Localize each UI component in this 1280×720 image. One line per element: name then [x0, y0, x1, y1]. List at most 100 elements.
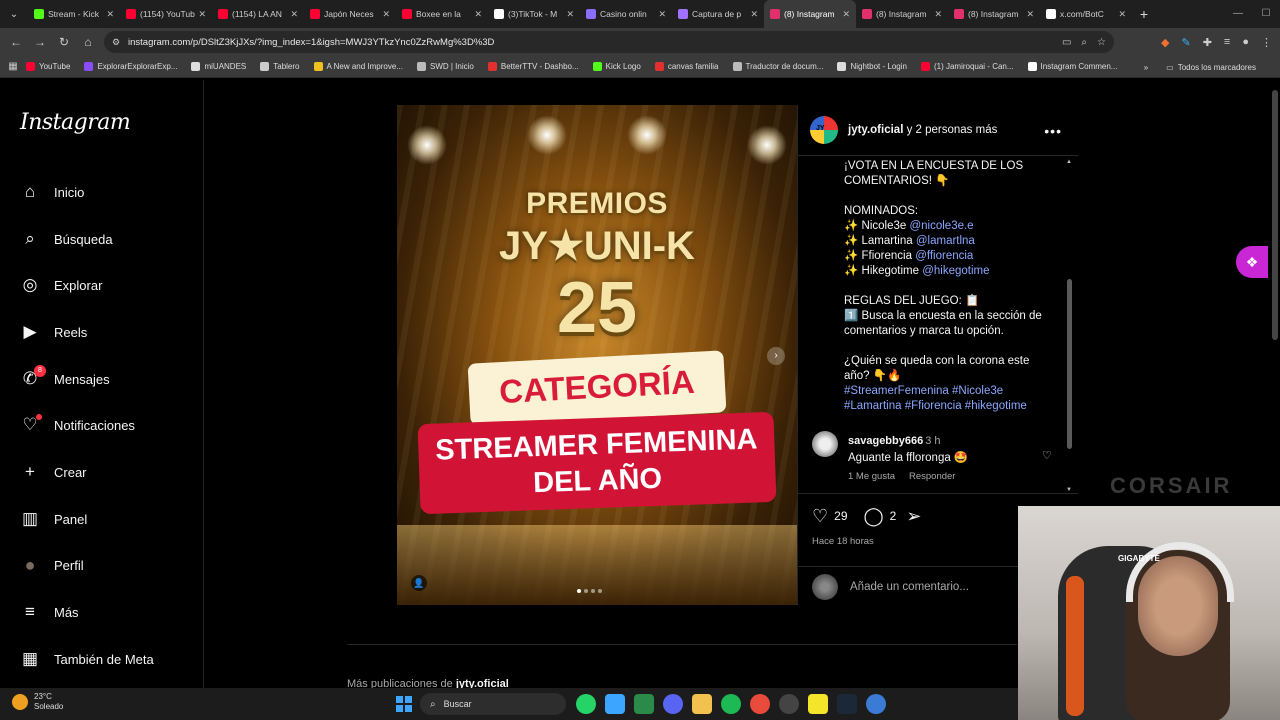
tab-close-icon[interactable]: ✕	[934, 9, 942, 20]
obs-icon[interactable]	[779, 694, 799, 714]
instagram-logo[interactable]: Instagram	[20, 110, 131, 135]
home-button-icon[interactable]: ⌂	[76, 35, 100, 49]
author-name[interactable]: jyty.oficial y 2 personas más	[848, 124, 997, 136]
extension-translate-icon[interactable]: ✎	[1181, 36, 1190, 49]
author-username[interactable]: jyty.oficial	[848, 124, 903, 136]
maximize-icon[interactable]: ☐	[1252, 0, 1280, 28]
likes-count[interactable]: 29	[834, 509, 847, 523]
comments-scrollbar[interactable]: ▲ ▼	[1066, 159, 1074, 493]
comment-likes[interactable]: 1 Me gusta	[848, 471, 895, 482]
notepad-icon[interactable]	[605, 694, 625, 714]
nominee-handle[interactable]: @hikegotime	[922, 265, 989, 277]
bookmarks-overflow-icon[interactable]: »	[1144, 63, 1148, 72]
taskbar-search[interactable]: ⌕ Buscar	[420, 693, 566, 715]
nav-item-reels[interactable]: ▶ Reels	[20, 318, 190, 346]
windows-start-icon[interactable]	[396, 696, 412, 712]
steam-icon[interactable]	[837, 694, 857, 714]
bookmark-item[interactable]: BetterTTV - Dashbo...	[487, 62, 579, 71]
more-posts-user[interactable]: jyty.oficial	[456, 678, 509, 688]
extension-fox-icon[interactable]: ◆	[1161, 36, 1169, 49]
sticky-notes-icon[interactable]	[808, 694, 828, 714]
coauthors-text[interactable]: y 2 personas más	[903, 124, 998, 136]
tab-close-icon[interactable]: ✕	[1118, 9, 1126, 20]
excel-icon[interactable]	[634, 694, 654, 714]
next-image-chevron-icon[interactable]: ›	[767, 347, 785, 365]
profile-avatar-icon[interactable]: ●	[1242, 36, 1249, 48]
bookmark-item[interactable]: A New and Improve...	[313, 62, 403, 71]
all-bookmarks-folder[interactable]: ▭ Todos los marcadores	[1166, 63, 1256, 72]
bookmark-item[interactable]: ExplorarExplorarExp...	[84, 62, 177, 71]
nav-item-mensajes[interactable]: ✆ 8 Mensajes	[20, 365, 190, 393]
post-image[interactable]: PREMIOS JY★UNI-K 25 CATEGORÍA STREAMER F…	[397, 105, 797, 605]
browser-tab[interactable]: Boxee en la ✕	[396, 0, 488, 28]
nav-item-inicio[interactable]: ⌂ Inicio	[20, 178, 190, 206]
nav-item-notificaciones[interactable]: ♡ Notificaciones	[20, 411, 190, 439]
bookmark-item[interactable]: Tablero	[260, 62, 300, 71]
back-icon[interactable]: ←	[4, 35, 28, 49]
nav-item-búsqueda[interactable]: ⌕ Búsqueda	[20, 225, 190, 253]
browser-tab[interactable]: Japón Neces ✕	[304, 0, 396, 28]
hashtags[interactable]: #StreamerFemenina #Nicole3e #Lamartina #…	[844, 384, 1054, 414]
browser-tab[interactable]: Captura de p ✕	[672, 0, 764, 28]
bookmark-item[interactable]: Kick Logo	[592, 62, 641, 71]
cast-icon[interactable]: ▭	[1062, 37, 1071, 48]
browser-tab[interactable]: x.com/BotC ✕	[1040, 0, 1132, 28]
tab-close-icon[interactable]: ✕	[290, 9, 298, 20]
site-info-icon[interactable]: ⚙	[112, 37, 122, 47]
minimize-icon[interactable]: —	[1224, 0, 1252, 28]
weather-widget[interactable]: 23°C Soleado	[12, 692, 63, 712]
bookmark-item[interactable]: Traductor de docum...	[732, 62, 823, 71]
tab-close-icon[interactable]: ✕	[198, 9, 206, 20]
page-scroll-thumb[interactable]	[1272, 90, 1278, 340]
bookmark-item[interactable]: canvas familia	[654, 62, 719, 71]
new-tab-button[interactable]: +	[1132, 6, 1156, 22]
browser-tab[interactable]: Casino onlin ✕	[580, 0, 672, 28]
bookmark-item[interactable]: SWD | Inicio	[416, 62, 474, 71]
zoom-icon[interactable]: ⌕	[1081, 37, 1087, 48]
browser-tab[interactable]: (8) Instagram ✕	[764, 0, 856, 28]
author-avatar[interactable]: JY	[810, 116, 838, 144]
bookmark-item[interactable]: miUANDES	[191, 62, 246, 71]
browser-menu-icon[interactable]: ⋮	[1261, 36, 1272, 49]
reply-button[interactable]: Responder	[909, 471, 955, 482]
comment-bubble-icon[interactable]: ◯	[864, 506, 884, 526]
nav-item-también-de-meta[interactable]: ▦ También de Meta	[20, 645, 190, 673]
tab-close-icon[interactable]: ✕	[474, 9, 482, 20]
share-send-icon[interactable]: ➢	[906, 506, 921, 526]
nav-item-explorar[interactable]: ◎ Explorar	[20, 271, 190, 299]
scroll-up-icon[interactable]: ▲	[1066, 159, 1072, 165]
reload-icon[interactable]: ↻	[52, 35, 76, 49]
nav-item-perfil[interactable]: ● Perfil	[20, 551, 190, 579]
nominee-handle[interactable]: @lamartlna	[916, 235, 975, 247]
scroll-thumb[interactable]	[1067, 279, 1072, 449]
nominee-handle[interactable]: @ffiorencia	[915, 250, 973, 262]
tab-close-icon[interactable]: ✕	[842, 9, 850, 20]
nav-item-panel[interactable]: ▥ Panel	[20, 505, 190, 533]
bookmark-item[interactable]: Nightbot - Login	[837, 62, 907, 71]
tab-close-icon[interactable]: ✕	[106, 9, 114, 20]
browser-tab[interactable]: (8) Instagram ✕	[856, 0, 948, 28]
commenter-avatar[interactable]	[812, 431, 838, 457]
tab-close-icon[interactable]: ✕	[566, 9, 574, 20]
address-bar[interactable]: ⚙ instagram.com/p/DSltZ3KjJXs/?img_index…	[104, 31, 1114, 53]
tab-close-icon[interactable]: ✕	[750, 9, 758, 20]
tab-close-icon[interactable]: ✕	[382, 9, 390, 20]
tab-close-icon[interactable]: ✕	[658, 9, 666, 20]
nominee-handle[interactable]: @nicole3e.e	[909, 220, 973, 232]
nav-item-más[interactable]: ≡ Más	[20, 598, 190, 626]
bookmark-item[interactable]: YouTube	[26, 62, 70, 71]
tab-search-icon[interactable]: ⌄	[0, 0, 28, 28]
forward-icon[interactable]: →	[28, 35, 52, 49]
add-comment-input[interactable]: Añade un comentario...	[850, 581, 969, 593]
tab-close-icon[interactable]: ✕	[1026, 9, 1034, 20]
bookmark-item[interactable]: Instagram Commen...	[1027, 62, 1117, 71]
browser-tab[interactable]: (3)TikTok - M ✕	[488, 0, 580, 28]
like-heart-icon[interactable]: ♡	[812, 506, 828, 526]
tagged-people-icon[interactable]: 👤	[411, 575, 427, 591]
browser-tab[interactable]: (1154) YouTube ✕	[120, 0, 212, 28]
browser-tab[interactable]: (1154) LA AN ✕	[212, 0, 304, 28]
bookmark-star-icon[interactable]: ☆	[1097, 37, 1106, 48]
floating-extension-icon[interactable]: ❖	[1236, 246, 1268, 278]
comment-like-heart-icon[interactable]: ♡	[1042, 449, 1052, 462]
app-icon[interactable]	[866, 694, 886, 714]
